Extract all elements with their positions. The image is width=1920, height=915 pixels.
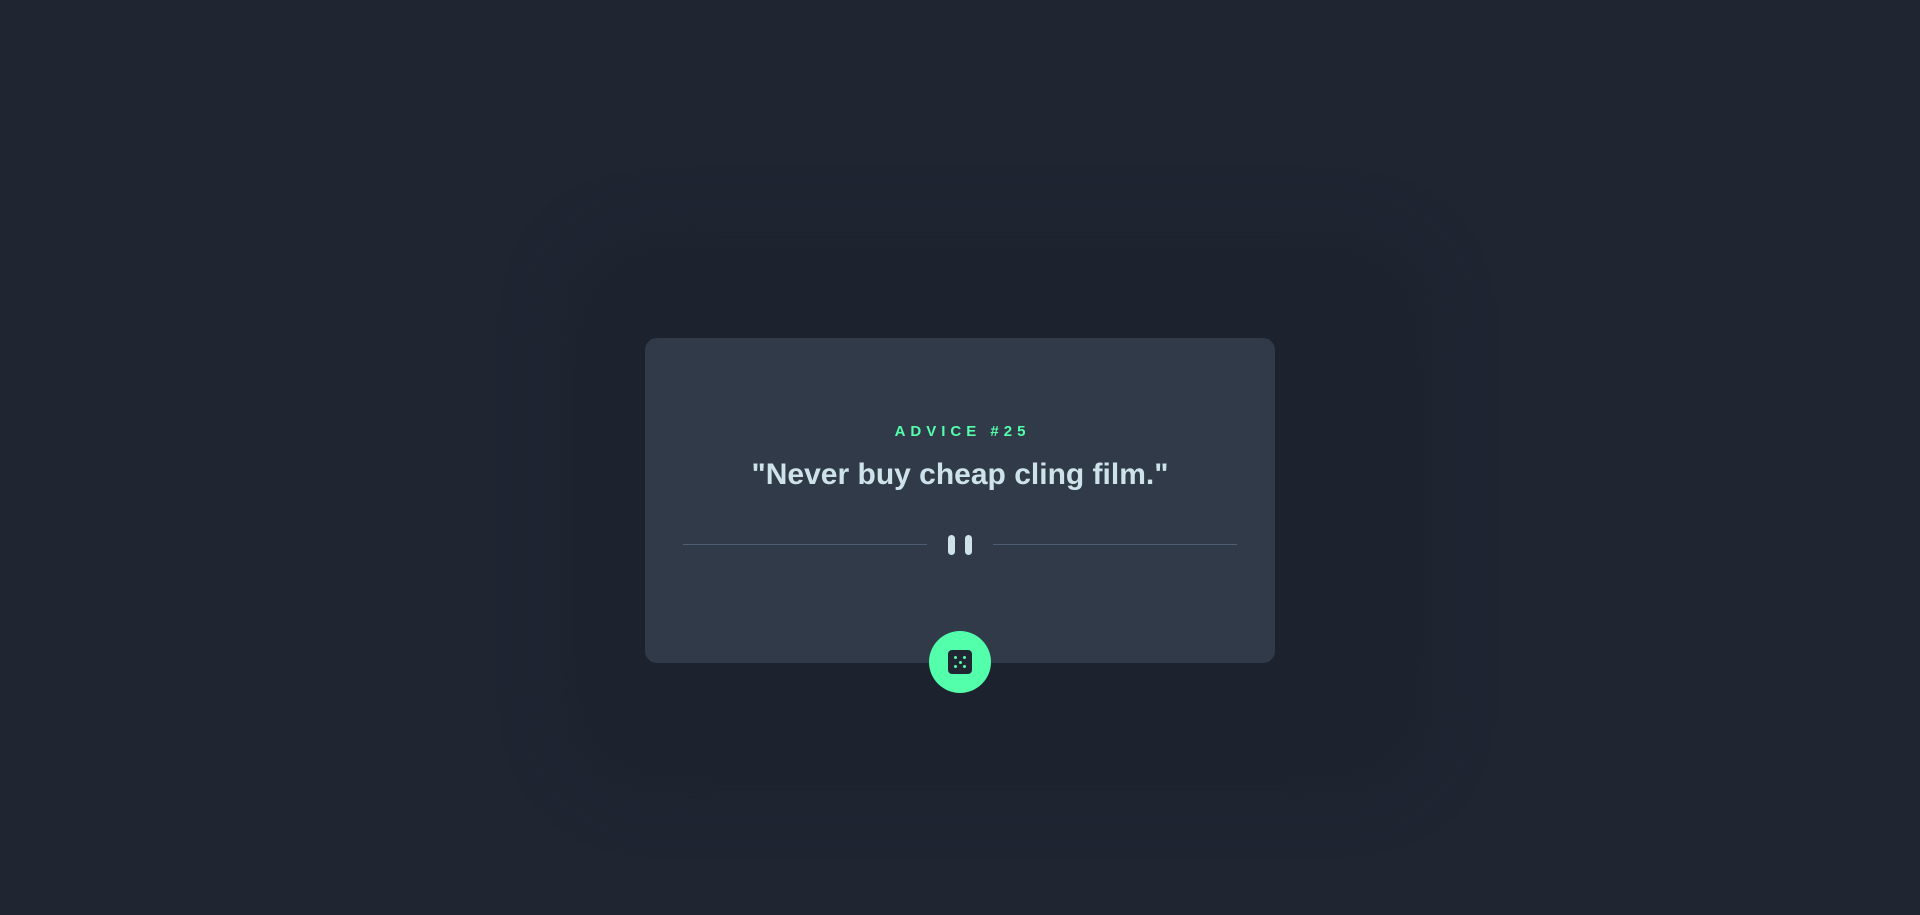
advice-number: ADVICE #25 (894, 423, 1031, 440)
divider (683, 533, 1237, 557)
advice-quote: "Never buy cheap cling film." (751, 458, 1169, 491)
divider-line-right (993, 544, 1237, 545)
new-advice-button[interactable] (929, 631, 991, 693)
dice-icon (948, 650, 972, 674)
advice-card: ADVICE #25 "Never buy cheap cling film." (645, 338, 1275, 663)
pause-icon (947, 533, 973, 557)
divider-line-left (683, 544, 927, 545)
